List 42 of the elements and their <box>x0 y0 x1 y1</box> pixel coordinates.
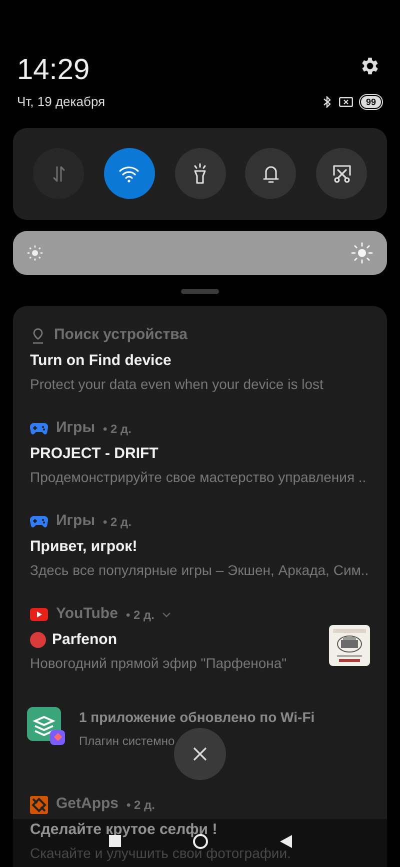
time-label: • 2 д. <box>103 514 132 530</box>
notification-title: Turn on Find device <box>30 352 172 370</box>
notification-title: Сделайте крутое селфи ! <box>30 820 218 838</box>
battery-indicator: 99 <box>360 96 381 108</box>
app-name: Игры <box>56 511 96 532</box>
wifi-icon <box>118 164 140 182</box>
brightness-slider[interactable] <box>13 230 387 274</box>
drag-handle[interactable] <box>181 288 219 294</box>
gamepad-icon <box>30 422 48 435</box>
play-icon <box>30 608 48 621</box>
time-label: • 2 д. <box>103 420 132 438</box>
gamepad-icon <box>30 515 48 528</box>
notification-body: Плагин системно <box>79 732 176 748</box>
notification-body: Продемонстрируйте свое мастерство управления .. <box>30 468 368 486</box>
clock: 14:29 <box>17 54 90 86</box>
scissors-icon <box>330 162 352 184</box>
sun-large-icon <box>351 242 373 264</box>
chevron-icon <box>162 612 172 618</box>
date-label: Чт, 19 декабря <box>17 93 106 111</box>
notification-title: 1 приложение обновлено по Wi-Fi <box>79 708 315 724</box>
app-icon <box>27 706 65 744</box>
notification-title: PROJECT - DRIFT <box>30 444 158 462</box>
app-name: YouTube <box>56 604 118 624</box>
app-name: Игры <box>56 418 96 438</box>
notification-title: Привет, игрок! <box>30 538 138 556</box>
app-name: GetApps <box>56 794 119 814</box>
back-icon[interactable] <box>280 835 292 848</box>
time-label: • 2 д. <box>126 606 154 624</box>
quick-toggle[interactable] <box>104 148 155 199</box>
notification-body: Новогодний прямой эфир "Парфенона" <box>30 654 288 672</box>
time-label: • 2 д. <box>126 796 156 814</box>
sun-small-icon <box>27 244 43 260</box>
app-name: Поиск устройства <box>54 325 188 346</box>
notification-body: Здесь все популярные игры – Экшен, Аркада, Сим.. <box>30 562 370 578</box>
notification-body: Protect your data even when your device is lost <box>30 376 324 392</box>
settings-icon[interactable] <box>359 55 381 77</box>
notification-title: Parfenon <box>52 630 118 648</box>
location-pin-icon <box>30 328 46 344</box>
diamond-logo-icon <box>30 796 48 814</box>
close-icon <box>193 747 207 761</box>
bluetooth-icon <box>322 96 331 108</box>
sim-off-icon <box>338 96 353 107</box>
